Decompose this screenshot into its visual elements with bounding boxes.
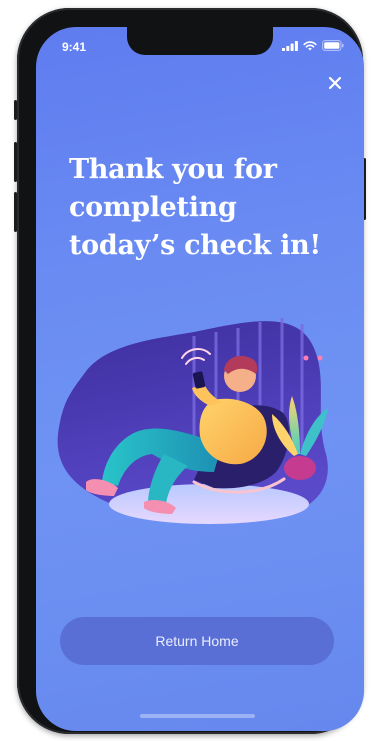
volume-down-button	[14, 192, 17, 232]
signal-icon	[282, 40, 298, 51]
phone-frame: 9:41 Thank you for completing today’s ch…	[14, 8, 366, 734]
decor-dot	[303, 355, 309, 361]
close-icon[interactable]	[326, 74, 344, 92]
app-screen: 9:41 Thank you for completing today’s ch…	[36, 27, 364, 731]
camera-notch	[127, 27, 273, 55]
status-time: 9:41	[62, 40, 87, 54]
wifi-icon	[303, 40, 317, 50]
decor-dot	[317, 355, 323, 361]
silent-switch	[14, 100, 17, 120]
completion-headline: Thank you for completing today’s check i…	[69, 154, 321, 261]
floor-rug	[109, 484, 309, 524]
person-relaxing-with-phone-illustration	[57, 318, 328, 524]
volume-up-button	[14, 142, 17, 182]
battery-icon	[322, 40, 344, 51]
status-icons	[282, 40, 344, 51]
home-indicator	[140, 714, 255, 718]
return-home-button[interactable]: Return Home	[60, 617, 334, 665]
